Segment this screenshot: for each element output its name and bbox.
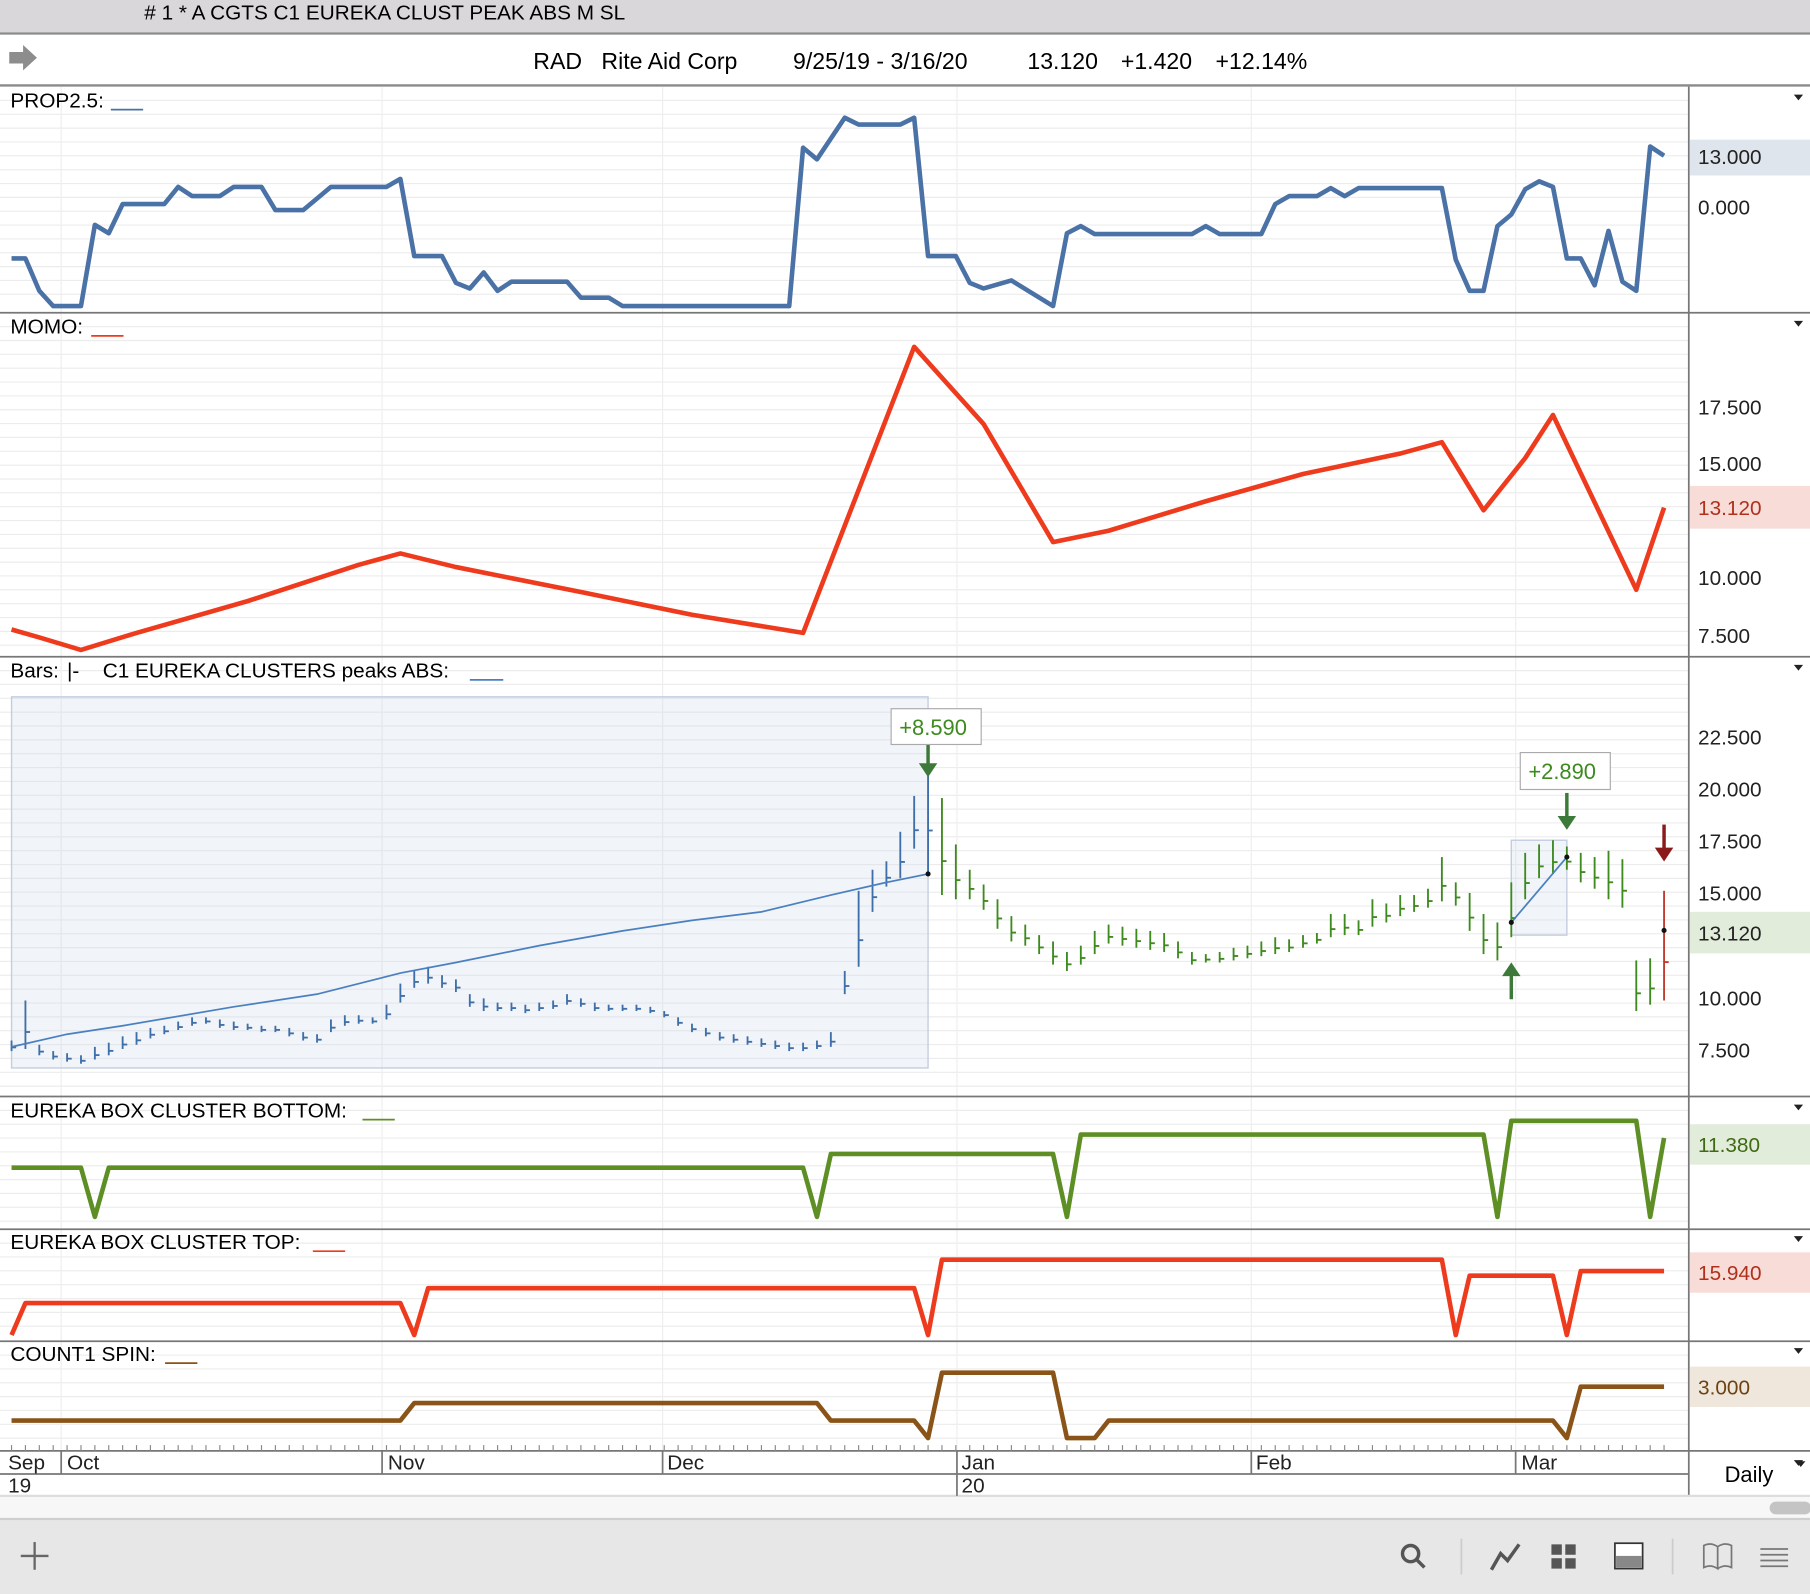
price-bar bbox=[1038, 935, 1044, 955]
scroll-track[interactable] bbox=[0, 1497, 1810, 1519]
price-change-pct: +12.14% bbox=[1216, 48, 1308, 74]
last-price: 13.120 bbox=[1027, 48, 1098, 74]
prop-tick: 0.000 bbox=[1698, 197, 1750, 220]
price-bar bbox=[1190, 951, 1197, 965]
price-bar bbox=[1274, 937, 1280, 955]
bars-tick: 10.000 bbox=[1698, 987, 1762, 1010]
momo-label: MOMO: bbox=[10, 316, 83, 339]
cluster-bottom-line bbox=[11, 1118, 1667, 1220]
bottom-value: 11.380 bbox=[1698, 1134, 1760, 1157]
price-bar bbox=[1093, 930, 1100, 955]
bars-tick: 7.500 bbox=[1698, 1039, 1750, 1062]
price-bar bbox=[941, 798, 947, 896]
panel-icon[interactable] bbox=[1614, 1542, 1644, 1570]
month-label: Sep bbox=[8, 1451, 45, 1474]
bottom-toolbar bbox=[0, 1518, 1810, 1594]
momo-tick: 10.000 bbox=[1698, 567, 1762, 590]
year-label: 19 bbox=[8, 1474, 31, 1497]
price-bar bbox=[1621, 859, 1628, 908]
price-change: +1.420 bbox=[1121, 48, 1192, 74]
price-bar bbox=[1427, 888, 1433, 908]
prop-line bbox=[11, 115, 1666, 309]
count-label: COUNT1 SPIN: bbox=[10, 1343, 155, 1366]
momo-tick: 17.500 bbox=[1698, 396, 1762, 419]
price-bar bbox=[1024, 924, 1030, 946]
cluster-point bbox=[1564, 854, 1570, 860]
price-bar bbox=[1302, 935, 1308, 948]
momo-tick: 7.500 bbox=[1698, 625, 1750, 648]
bars-tick: 22.500 bbox=[1698, 726, 1762, 749]
gain-annotation: +8.590 bbox=[899, 715, 967, 740]
company-name: Rite Aid Corp bbox=[601, 48, 737, 74]
bars-value: 13.120 bbox=[1698, 923, 1762, 946]
symbol: RAD bbox=[533, 48, 582, 74]
year-label: 20 bbox=[962, 1474, 985, 1497]
count-value: 3.000 bbox=[1698, 1376, 1750, 1399]
arrow-head bbox=[1654, 847, 1674, 862]
window-title: # 1 * A CGTS C1 EUREKA CLUST PEAK ABS M … bbox=[144, 2, 625, 25]
date-range: 9/25/19 - 3/16/20 bbox=[793, 48, 968, 74]
bottom-label: EUREKA BOX CLUSTER BOTTOM: bbox=[10, 1099, 347, 1122]
momo-value: 13.120 bbox=[1698, 497, 1762, 520]
price-bar bbox=[1663, 890, 1669, 1001]
bars-tick: 15.000 bbox=[1698, 882, 1762, 905]
price-bar bbox=[954, 844, 961, 900]
top-label: EUREKA BOX CLUSTER TOP: bbox=[10, 1231, 300, 1254]
cluster-point bbox=[925, 871, 931, 877]
top-value: 15.940 bbox=[1698, 1262, 1762, 1285]
arrow-head bbox=[1502, 962, 1521, 977]
period-label[interactable]: Daily bbox=[1725, 1462, 1774, 1487]
price-bar bbox=[1454, 882, 1461, 906]
price-bar bbox=[996, 899, 1003, 929]
cluster-study-label: C1 EUREKA CLUSTERS peaks ABS: bbox=[103, 660, 449, 683]
prop-value: 13.000 bbox=[1698, 146, 1762, 169]
price-bar bbox=[1357, 920, 1364, 936]
price-bar bbox=[1135, 928, 1141, 948]
price-bar bbox=[1593, 857, 1600, 889]
price-bar bbox=[1413, 895, 1419, 912]
price-bar bbox=[1649, 958, 1655, 1005]
price-bar bbox=[1260, 941, 1266, 957]
price-bar bbox=[1496, 922, 1503, 961]
price-bar bbox=[1163, 933, 1169, 952]
month-label: Mar bbox=[1521, 1451, 1557, 1474]
price-bar bbox=[1371, 899, 1378, 927]
sell-arrow-icon bbox=[1557, 792, 1577, 830]
price-bar bbox=[1468, 892, 1475, 931]
price-bar bbox=[968, 869, 975, 900]
price-bar bbox=[1177, 941, 1183, 959]
month-label: Nov bbox=[388, 1451, 426, 1474]
price-bar bbox=[1288, 939, 1294, 952]
price-bar bbox=[1121, 926, 1128, 946]
month-label: Feb bbox=[1256, 1451, 1292, 1474]
period-selector[interactable]: Daily bbox=[1725, 1461, 1806, 1487]
price-bar bbox=[1232, 947, 1239, 961]
price-bar bbox=[1440, 857, 1447, 902]
price-bar bbox=[1315, 933, 1322, 944]
cluster-box bbox=[10, 696, 929, 1069]
chart-window: # 1 * A CGTS C1 EUREKA CLUST PEAK ABS M … bbox=[0, 0, 1810, 1594]
bars-glyph: |- bbox=[67, 660, 79, 683]
bars-tick: 17.500 bbox=[1698, 830, 1762, 853]
cluster-point bbox=[1508, 919, 1514, 925]
momo-line bbox=[10, 344, 1667, 653]
forward-arrow-icon[interactable] bbox=[9, 45, 37, 71]
scroll-thumb[interactable] bbox=[1769, 1501, 1810, 1515]
cluster-point bbox=[1661, 927, 1667, 934]
month-label: Dec bbox=[667, 1451, 704, 1474]
gain-annotation: +2.890 bbox=[1528, 759, 1596, 784]
buy-arrow-icon bbox=[1502, 962, 1521, 1000]
bars-tick: 20.000 bbox=[1698, 778, 1762, 801]
prop-label: PROP2.5: bbox=[10, 89, 104, 112]
bars-label: Bars: bbox=[10, 660, 58, 683]
month-label: Jan bbox=[962, 1451, 995, 1474]
sell-arrow-icon bbox=[1654, 824, 1674, 862]
price-bar bbox=[1343, 914, 1350, 936]
month-label: Oct bbox=[67, 1451, 100, 1474]
momo-tick: 15.000 bbox=[1698, 453, 1762, 476]
